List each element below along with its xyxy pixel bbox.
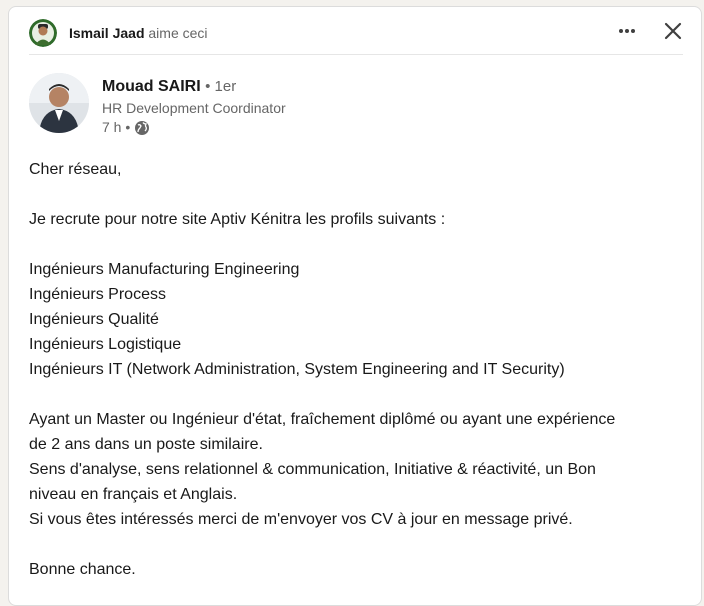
- post-body-line: Ayant un Master ou Ingénieur d'état, fra…: [29, 411, 616, 428]
- post-body-text: Cher réseau, Je recrute pour notre site A…: [29, 157, 689, 582]
- ellipsis-icon: [617, 21, 637, 46]
- liker-action: aime ceci: [148, 25, 208, 41]
- post-body-line: [29, 382, 689, 407]
- post-body-line: de 2 ans dans un poste similaire.: [29, 436, 263, 453]
- post-body-line: Bonne chance.: [29, 561, 136, 578]
- liker-name[interactable]: Ismail Jaad: [69, 25, 145, 41]
- social-activity-header: Ismail Jaad aime ceci: [9, 7, 701, 53]
- post-body-line: Ingénieurs Logistique: [29, 336, 182, 353]
- author-name-line: Mouad SAIRI • 1er: [102, 77, 286, 97]
- header-divider: [29, 54, 683, 55]
- post-body-line: Ingénieurs Manufacturing Engineering: [29, 261, 300, 278]
- author-avatar[interactable]: [29, 73, 89, 133]
- author-headline: HR Development Coordinator: [102, 100, 286, 116]
- dismiss-post-button[interactable]: [659, 19, 687, 47]
- post-meta: 7 h •: [102, 118, 286, 137]
- post-body-line: [29, 182, 689, 207]
- post-time: 7 h •: [102, 119, 131, 135]
- post-body-line: Ingénieurs IT (Network Administration, S…: [29, 361, 565, 378]
- close-icon: [664, 22, 682, 45]
- post-body-line: Ingénieurs Qualité: [29, 311, 159, 328]
- post-author-info: Mouad SAIRI • 1er HR Development Coordin…: [102, 77, 286, 137]
- liker-avatar[interactable]: [29, 19, 57, 47]
- post-body-line: Sens d'analyse, sens relationnel & commu…: [29, 461, 596, 478]
- social-activity-text: Ismail Jaad aime ceci: [69, 24, 208, 42]
- post-body-line: [29, 532, 689, 557]
- post-body-line: niveau en français et Anglais.: [29, 486, 238, 503]
- connection-degree: • 1er: [205, 78, 237, 95]
- globe-icon: [134, 120, 150, 136]
- more-options-button[interactable]: [613, 19, 641, 47]
- post-body-line: Je recrute pour notre site Aptiv Kénitra…: [29, 211, 446, 228]
- feed-post-card: Ismail Jaad aime ceci Mouad SAIRI • 1er …: [8, 6, 702, 606]
- post-body-line: Cher réseau,: [29, 161, 122, 178]
- post-body-line: [29, 232, 689, 257]
- post-body-line: Si vous êtes intéressés merci de m'envoy…: [29, 511, 573, 528]
- author-name[interactable]: Mouad SAIRI: [102, 78, 201, 95]
- post-body-line: Ingénieurs Process: [29, 286, 166, 303]
